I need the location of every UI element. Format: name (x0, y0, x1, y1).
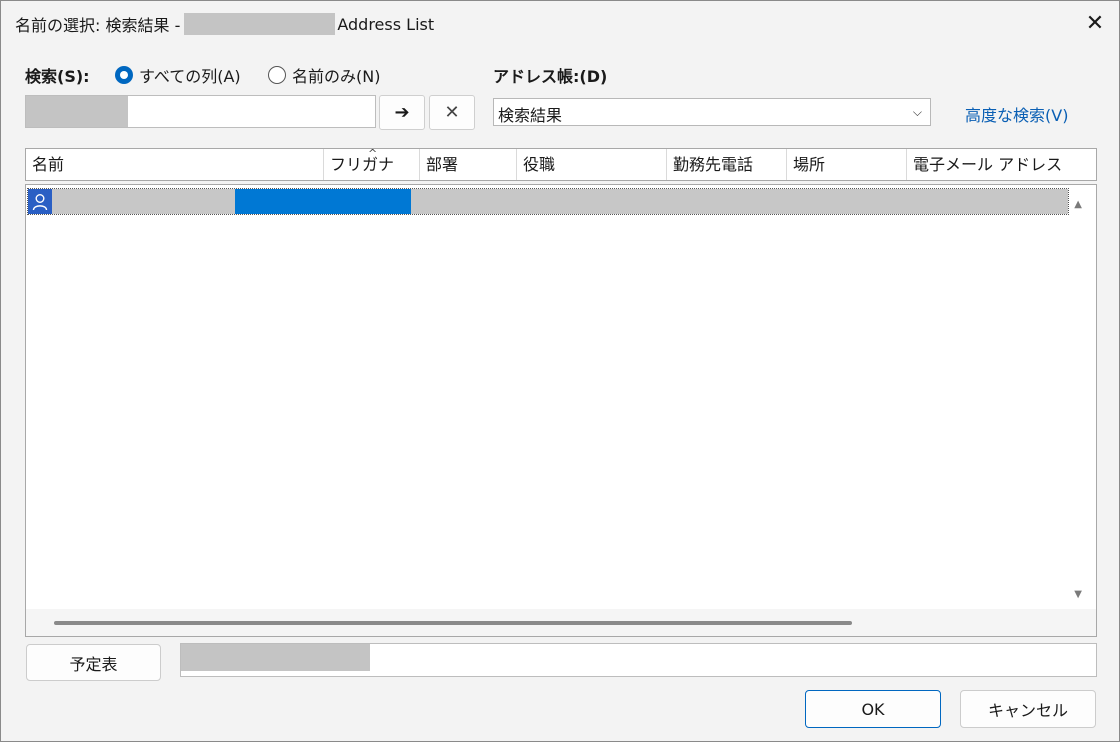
column-header-title[interactable]: 役職 (516, 149, 666, 180)
redacted-region (181, 644, 370, 671)
advanced-search-link[interactable]: 高度な検索(V) (965, 102, 1068, 126)
radio-selected-icon (115, 66, 133, 84)
list-item[interactable] (27, 188, 1069, 215)
column-header-department[interactable]: 部署 (419, 149, 516, 180)
title-bar: 名前の選択: 検索結果 - Address List ✕ (1, 1, 1119, 45)
search-label: 検索(S): (25, 67, 90, 86)
chevron-down-icon: ⌵ (912, 105, 922, 119)
go-button[interactable]: ➔ (379, 95, 425, 130)
radio-name-only[interactable]: 名前のみ(N) (268, 63, 380, 87)
address-book-dropdown[interactable]: 検索結果 ⌵ (493, 98, 931, 126)
ok-button[interactable]: OK (805, 690, 941, 728)
person-icon (28, 189, 52, 214)
scroll-down-icon[interactable]: ▼ (1074, 589, 1082, 600)
title-prefix: 名前の選択: 検索結果 - (15, 16, 181, 35)
close-button[interactable]: ✕ (1071, 1, 1119, 45)
address-book-selected: 検索結果 (498, 106, 563, 125)
radio-unselected-icon (268, 66, 286, 84)
calendar-button[interactable]: 予定表 (26, 644, 161, 681)
title-suffix: Address List (337, 14, 435, 34)
selected-cell-highlight (235, 189, 411, 214)
recipients-field[interactable] (180, 643, 1097, 677)
horizontal-scrollbar-thumb[interactable] (54, 621, 852, 625)
radio-all-columns-label: すべての列(A) (139, 67, 241, 86)
arrow-right-icon: ➔ (394, 102, 410, 123)
window-title: 名前の選択: 検索結果 - Address List (15, 12, 434, 36)
redacted-region (26, 96, 128, 127)
radio-name-only-label: 名前のみ(N) (292, 67, 381, 86)
close-icon: ✕ (1085, 10, 1105, 36)
clear-icon: ✕ (444, 102, 460, 123)
column-header-email[interactable]: 電子メール アドレス (906, 149, 1096, 180)
sort-ascending-icon: ^ (368, 147, 378, 160)
scroll-up-icon[interactable]: ▲ (1074, 199, 1082, 210)
results-list[interactable]: ▲ ▼ (25, 184, 1097, 637)
redacted-region (184, 13, 336, 35)
column-header-location[interactable]: 場所 (786, 149, 906, 180)
list-header: 名前 フリガナ 部署 役職 勤務先電話 場所 電子メール アドレス ^ (25, 147, 1097, 181)
column-header-name[interactable]: 名前 (26, 149, 323, 180)
address-book-label: アドレス帳:(D) (493, 67, 608, 86)
clear-button[interactable]: ✕ (429, 95, 475, 130)
cancel-button[interactable]: キャンセル (960, 690, 1096, 728)
search-input[interactable] (25, 95, 376, 128)
select-names-dialog: 名前の選択: 検索結果 - Address List ✕ 検索(S): すべての… (0, 0, 1120, 742)
radio-all-columns[interactable]: すべての列(A) (115, 63, 241, 87)
column-header-business-phone[interactable]: 勤務先電話 (666, 149, 786, 180)
